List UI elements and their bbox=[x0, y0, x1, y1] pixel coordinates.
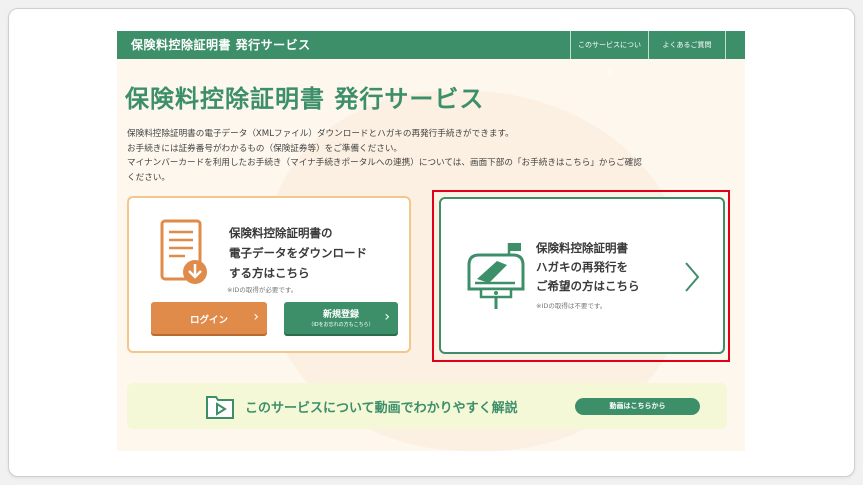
video-folder-icon bbox=[206, 396, 234, 419]
register-button-sublabel: （IDをお忘れの方もこちら） bbox=[308, 322, 374, 328]
intro-line-1: 保険料控除証明書の電子データ（XMLファイル）ダウンロードとハガキの再発行手続き… bbox=[127, 129, 514, 139]
login-chevron-icon: › bbox=[253, 309, 259, 325]
download-heading-line-2: 電子データをダウンロード bbox=[229, 246, 367, 260]
nav-spacer bbox=[725, 31, 745, 59]
highlight-box bbox=[432, 190, 730, 362]
nav-about-service[interactable]: このサービスについて bbox=[570, 31, 648, 77]
page-title: 保険料控除証明書 発行サービス bbox=[125, 85, 485, 113]
register-button[interactable]: 新規登録 （IDをお忘れの方もこちら） › bbox=[284, 302, 398, 334]
register-button-label: 新規登録 bbox=[322, 310, 359, 320]
intro-line-4: ください。 bbox=[127, 172, 170, 183]
watch-video-button[interactable]: 動画はこちらから bbox=[575, 398, 700, 415]
download-card-note: ※IDの取得が必要です。 bbox=[227, 286, 298, 294]
nav-faq[interactable]: よくあるご質問 bbox=[648, 31, 725, 59]
login-button-label: ログイン bbox=[189, 315, 228, 326]
document-download-icon bbox=[160, 219, 207, 284]
video-banner[interactable]: このサービスについて動画でわかりやすく解説 動画はこちらから bbox=[127, 383, 727, 429]
login-button[interactable]: ログイン › bbox=[151, 302, 267, 334]
site-brand[interactable]: 保険料控除証明書 発行サービス bbox=[131, 31, 311, 59]
download-heading-line-3: する方はこちら bbox=[229, 266, 310, 280]
header-bar: 保険料控除証明書 発行サービス このサービスについて よくあるご質問 bbox=[117, 31, 745, 77]
intro-line-2: お手続きには証券番号がわかるもの（保険証券等）をご準備ください。 bbox=[127, 143, 403, 154]
intro-text: 保険料控除証明書の電子データ（XMLファイル）ダウンロードとハガキの再発行手続き… bbox=[127, 127, 732, 185]
download-card: 保険料控除証明書の 電子データをダウンロード する方はこちら ※IDの取得が必要… bbox=[127, 196, 411, 353]
download-card-heading: 保険料控除証明書の 電子データをダウンロード する方はこちら bbox=[229, 223, 399, 283]
video-banner-text: このサービスについて動画でわかりやすく解説 bbox=[245, 401, 518, 416]
intro-line-3: マイナンバーカードを利用したお手続き（マイナ手続きポータルへの連携）については、… bbox=[127, 158, 642, 168]
register-chevron-icon: › bbox=[384, 309, 390, 325]
header-nav: このサービスについて よくあるご質問 bbox=[570, 31, 745, 77]
download-heading-line-1: 保険料控除証明書の bbox=[229, 226, 333, 240]
